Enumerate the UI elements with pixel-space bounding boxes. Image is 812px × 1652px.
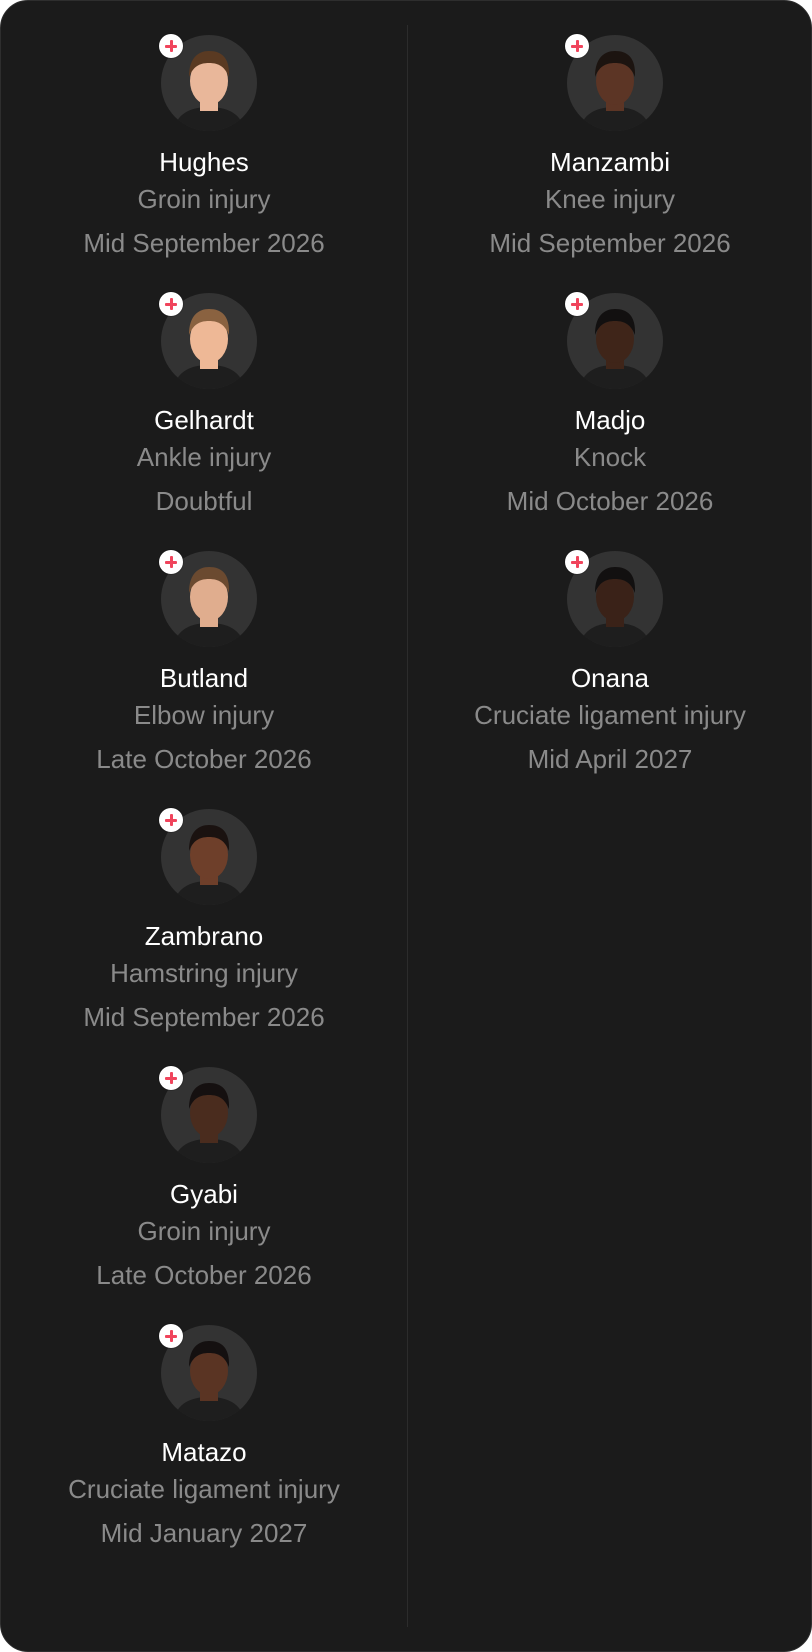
player-name: Zambrano [144, 921, 264, 951]
injury-type: Groin injury [137, 184, 271, 214]
player-name: Matazo [161, 1437, 247, 1467]
player-name: Madjo [574, 405, 646, 435]
expected-return: Mid January 2027 [100, 1518, 308, 1548]
player-card[interactable]: Hughes Groin injury Mid September 2026 [1, 1, 407, 273]
player-name: Gelhardt [154, 405, 254, 435]
injuries-panel: Hughes Groin injury Mid September 2026 G… [0, 0, 812, 1652]
player-name: Butland [159, 663, 249, 693]
player-avatar-wrap [565, 34, 663, 131]
expected-return: Mid April 2027 [527, 744, 693, 774]
injury-type: Groin injury [137, 1216, 271, 1246]
injury-cross-icon [565, 550, 589, 574]
injury-cross-icon [159, 1066, 183, 1090]
expected-return: Mid September 2026 [83, 1002, 325, 1032]
player-name: Gyabi [170, 1179, 238, 1209]
player-card[interactable]: Madjo Knock Mid October 2026 [407, 259, 811, 531]
player-name: Hughes [159, 147, 249, 177]
player-avatar-wrap [159, 1066, 257, 1163]
expected-return: Mid September 2026 [83, 228, 325, 258]
player-avatar-wrap [565, 292, 663, 389]
injury-cross-icon [565, 292, 589, 316]
player-avatar-wrap [159, 34, 257, 131]
player-card[interactable]: Gyabi Groin injury Late October 2026 [1, 1033, 407, 1305]
injury-cross-icon [159, 550, 183, 574]
expected-return: Mid October 2026 [506, 486, 714, 516]
player-name: Manzambi [550, 147, 670, 177]
injury-type: Ankle injury [136, 442, 272, 472]
player-card[interactable]: Matazo Cruciate ligament injury Mid Janu… [1, 1291, 407, 1563]
injury-type: Cruciate ligament injury [68, 1474, 340, 1504]
injury-type: Elbow injury [133, 700, 275, 730]
player-avatar-wrap [159, 550, 257, 647]
player-card[interactable]: Onana Cruciate ligament injury Mid April… [407, 517, 811, 789]
injury-cross-icon [159, 1324, 183, 1348]
expected-return: Doubtful [155, 486, 253, 516]
player-avatar-wrap [159, 1324, 257, 1421]
expected-return: Mid September 2026 [489, 228, 731, 258]
player-avatar-wrap [159, 292, 257, 389]
player-avatar-wrap [159, 808, 257, 905]
injury-type: Cruciate ligament injury [474, 700, 746, 730]
injury-cross-icon [159, 34, 183, 58]
player-card[interactable]: Zambrano Hamstring injury Mid September … [1, 775, 407, 1047]
injury-cross-icon [159, 292, 183, 316]
expected-return: Late October 2026 [96, 744, 312, 774]
player-avatar-wrap [565, 550, 663, 647]
injury-cross-icon [159, 808, 183, 832]
player-card[interactable]: Manzambi Knee injury Mid September 2026 [407, 1, 811, 273]
player-name: Onana [570, 663, 650, 693]
injury-type: Knock [573, 442, 647, 472]
injury-cross-icon [565, 34, 589, 58]
expected-return: Late October 2026 [96, 1260, 312, 1290]
injury-type: Knee injury [544, 184, 676, 214]
injury-type: Hamstring injury [110, 958, 298, 988]
player-card[interactable]: Gelhardt Ankle injury Doubtful [1, 259, 407, 531]
player-card[interactable]: Butland Elbow injury Late October 2026 [1, 517, 407, 789]
